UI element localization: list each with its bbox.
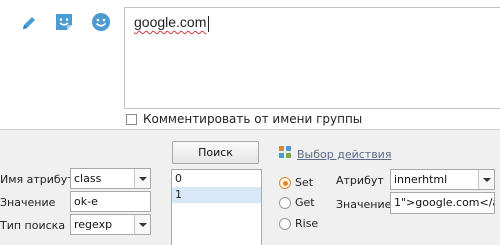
comment-as-group-checkbox[interactable] [126, 113, 137, 125]
search-type-value: regexp [74, 218, 113, 231]
list-item[interactable]: 1 [172, 187, 261, 203]
chevron-down-icon [138, 222, 147, 227]
comment-as-group-option[interactable]: Комментировать от имени группы [126, 111, 362, 127]
attr-name-value: class [74, 172, 102, 185]
action-grid-icon [279, 146, 292, 162]
chevron-down-icon [482, 177, 491, 182]
search-type-label: Тип поиска [0, 219, 66, 232]
attribute-label: Атрибут [336, 174, 384, 187]
attr-name-label: Имя атрибута [0, 173, 81, 186]
action-rise-label[interactable]: Rise [295, 217, 318, 230]
action-set-label[interactable]: Set [295, 176, 313, 189]
list-item[interactable]: 0 [172, 171, 261, 187]
results-list[interactable]: 0 1 [171, 169, 262, 245]
comment-text: google.com [134, 14, 207, 30]
value2-input-text: 1">google.com</a> [394, 196, 494, 209]
comment-area: google.com Комментировать от имени групп… [0, 0, 500, 129]
attr-name-select[interactable]: class [70, 168, 151, 189]
value-label: Значение [0, 196, 56, 209]
select-action-label[interactable]: Выбор действия [297, 148, 391, 161]
action-get-radio[interactable] [279, 197, 291, 209]
comment-as-group-label: Комментировать от имени группы [143, 112, 363, 126]
value-input[interactable]: ok-e [70, 191, 151, 212]
value2-label: Значение [336, 198, 392, 211]
pencil-icon[interactable] [18, 12, 40, 34]
sticker-icon[interactable] [53, 11, 75, 33]
attribute-value: innerhtml [394, 173, 448, 186]
chevron-down-icon [138, 176, 147, 181]
action-get-label[interactable]: Get [295, 196, 315, 209]
comment-textarea[interactable]: google.com [124, 7, 500, 109]
text-caret [208, 16, 209, 32]
search-type-select[interactable]: regexp [70, 214, 151, 235]
search-button[interactable]: Поиск [172, 141, 259, 164]
value-input-text: ok-e [74, 195, 98, 208]
attr-name-dropdown-button[interactable] [134, 169, 150, 188]
action-set-radio[interactable] [279, 177, 291, 189]
smiley-icon[interactable] [90, 11, 112, 33]
search-type-dropdown-button[interactable] [134, 215, 150, 234]
select-action-link[interactable]: Выбор действия [279, 146, 391, 162]
attribute-dropdown-button[interactable] [478, 170, 494, 189]
action-rise-radio[interactable] [279, 218, 291, 230]
attribute-select[interactable]: innerhtml [390, 169, 495, 190]
value2-input[interactable]: 1">google.com</a> [390, 192, 495, 214]
